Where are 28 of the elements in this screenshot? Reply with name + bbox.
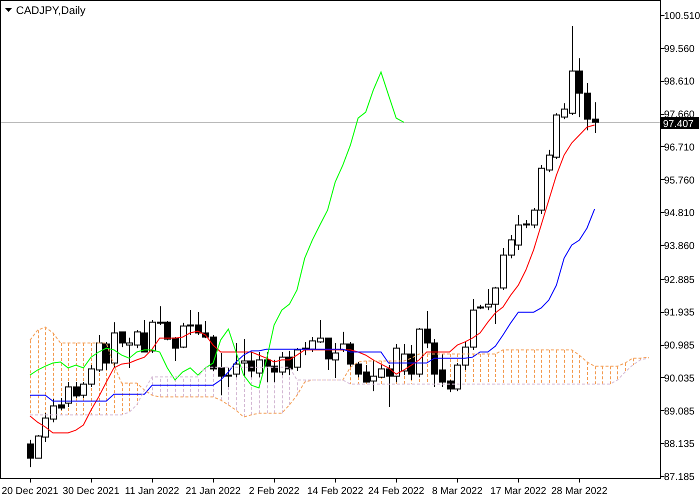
date-label: 30 Dec 2021 — [62, 486, 120, 497]
price-label: 92.885 — [664, 274, 695, 286]
price-label: 99.560 — [664, 44, 695, 55]
date-label: 8 Mar 2022 — [432, 486, 483, 497]
ref-line-label: 97.407 — [663, 119, 694, 130]
date-label: 11 Jan 2022 — [124, 486, 180, 497]
chart-title: CADJPY,Daily — [16, 5, 86, 17]
date-label: 14 Feb 2022 — [307, 486, 364, 497]
price-label: 87.185 — [664, 472, 695, 483]
price-label: 93.860 — [664, 241, 695, 252]
price-label: 90.985 — [664, 340, 695, 352]
price-label: 91.935 — [664, 308, 695, 319]
price-label: 88.135 — [664, 439, 695, 450]
price-label: 90.035 — [664, 373, 695, 384]
date-label: 24 Feb 2022 — [368, 486, 424, 497]
date-label: 17 Mar 2022 — [490, 486, 546, 497]
date-label: 21 Jan 2022 — [186, 486, 241, 497]
date-label: 20 Dec 2021 — [2, 486, 58, 497]
current-price-tag: 97.407 — [661, 117, 699, 130]
price-label: 95.760 — [664, 175, 695, 186]
price-label: 89.085 — [664, 406, 695, 418]
date-label: 2 Feb 2022 — [248, 486, 300, 497]
price-label: 96.710 — [664, 142, 695, 154]
price-label: 94.810 — [664, 208, 695, 220]
price-label: 100.510 — [664, 11, 700, 22]
dropdown-triangle-icon[interactable] — [5, 8, 12, 12]
date-label: 28 Mar 2022 — [551, 486, 608, 497]
price-label: 98.610 — [664, 76, 695, 88]
